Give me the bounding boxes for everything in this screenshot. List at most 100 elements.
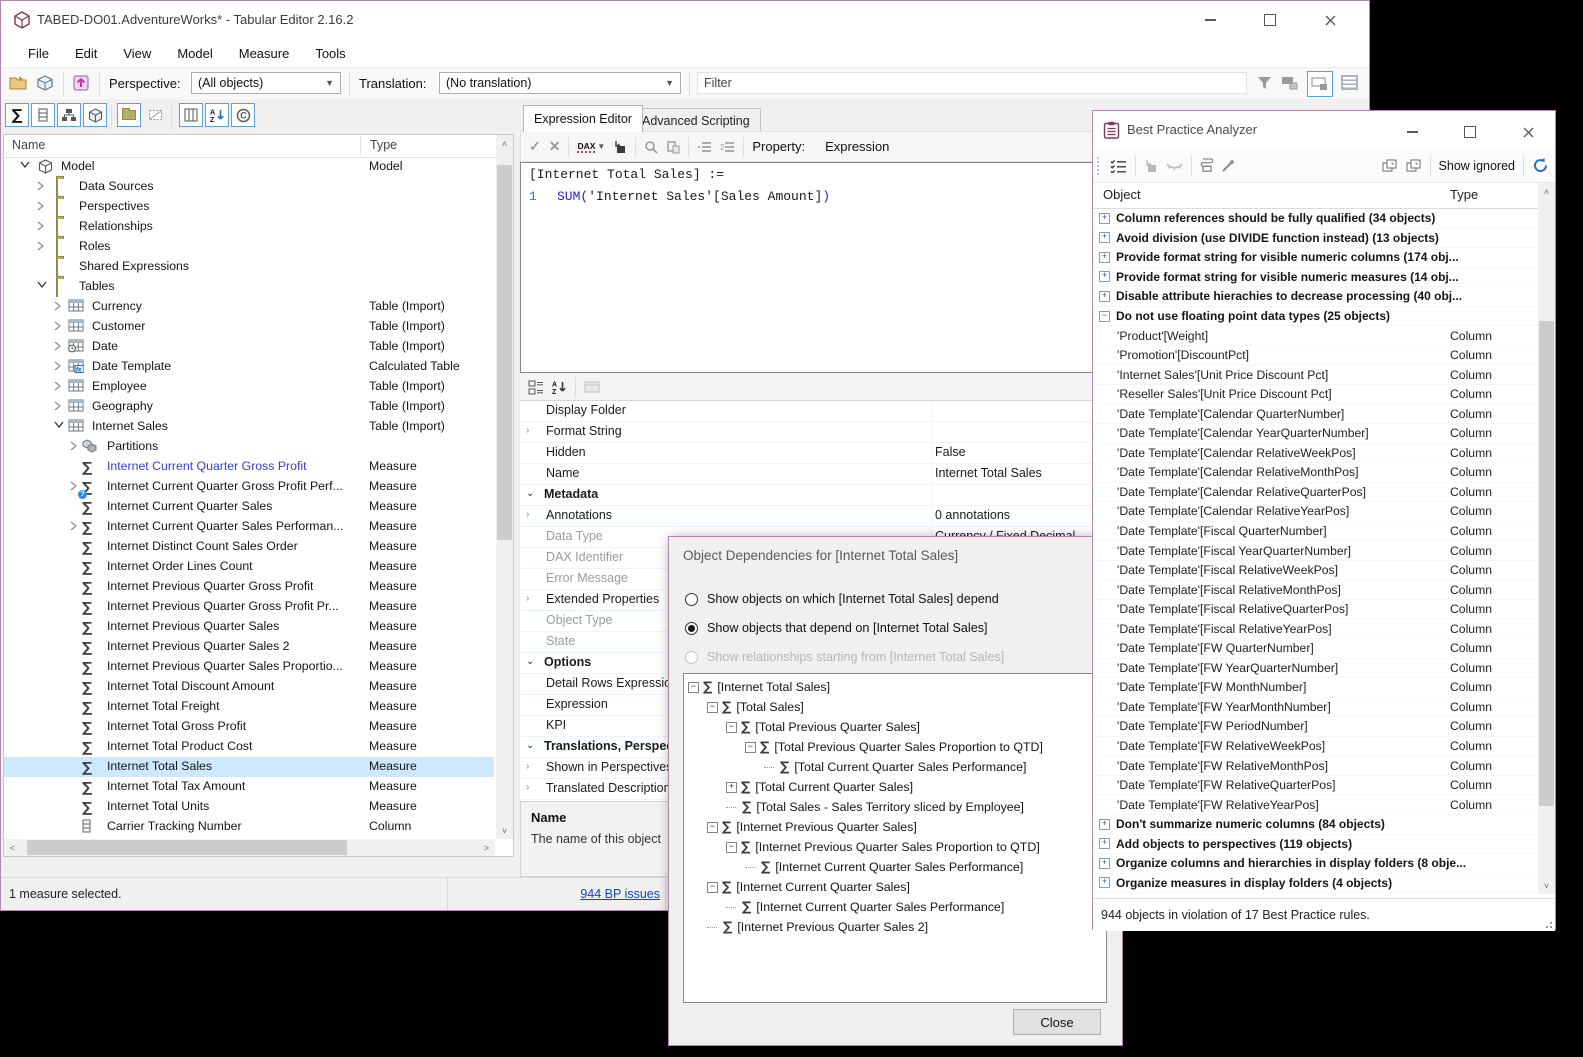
refresh-model-icon[interactable]: [35, 74, 55, 92]
bpa-vscroll-thumb[interactable]: [1539, 321, 1554, 806]
menu-item-model[interactable]: Model: [164, 39, 225, 67]
bpa-object-row[interactable]: 'Product'[Weight] Column: [1093, 326, 1538, 346]
tree-item-label[interactable]: Internet Total Freight: [107, 699, 220, 713]
expand-box-icon[interactable]: +: [1099, 877, 1110, 889]
tree-item-label[interactable]: Perspectives: [79, 199, 149, 213]
menu-item-edit[interactable]: Edit: [62, 39, 110, 67]
bpa-rule-row[interactable]: + Provide format string for visible numer…: [1093, 248, 1538, 268]
dependency-node[interactable]: ∑ [Total Sales - Sales Territory sliced b…: [684, 797, 1106, 817]
tree-column-type[interactable]: Type: [370, 138, 397, 152]
scroll-right-icon[interactable]: ˃: [478, 839, 495, 856]
tree-row[interactable]: ∑ Internet Total Gross Profit Measure: [4, 717, 494, 737]
tree-row[interactable]: Currency Table (Import): [4, 297, 494, 317]
tree-item-label[interactable]: Internet Distinct Count Sales Order: [107, 539, 298, 553]
collapse-box-icon[interactable]: −: [726, 721, 737, 733]
bpa-object-row[interactable]: 'Date Template'[Fiscal RelativeWeekPos] C…: [1093, 561, 1538, 581]
chevron-down-icon[interactable]: ▼: [597, 142, 605, 151]
bpa-object-row[interactable]: 'Date Template'[FW RelativeWeekPos] Colum…: [1093, 737, 1538, 757]
tree-hscroll-thumb[interactable]: [27, 840, 347, 855]
tree-item-label[interactable]: Currency: [92, 299, 142, 313]
tree-item-label[interactable]: Internet Previous Quarter Gross Profit: [107, 579, 313, 593]
chevron-right-icon[interactable]: [54, 381, 61, 391]
tree-item-label[interactable]: Internet Previous Quarter Gross Profit P…: [107, 599, 339, 613]
dependency-node[interactable]: ∑ [Internet Current Quarter Sales Perform…: [684, 897, 1106, 917]
title-bar[interactable]: TABED-DO01.AdventureWorks* - Tabular Edi…: [1, 1, 1369, 39]
maximize-button[interactable]: [1253, 9, 1287, 31]
bpa-object-row[interactable]: 'Date Template'[Calendar RelativeQuarter…: [1093, 483, 1538, 503]
menu-item-file[interactable]: File: [15, 39, 62, 67]
tree-item-label[interactable]: Internet Total Sales: [107, 759, 212, 773]
property-value[interactable]: Expression: [825, 139, 889, 154]
collapse-box-icon[interactable]: −: [707, 881, 718, 893]
show-columns-icon[interactable]: [31, 103, 55, 127]
collapse-box-icon[interactable]: −: [707, 701, 718, 713]
tree-row[interactable]: ∑ Internet Current Quarter Gross Profit Me…: [4, 457, 494, 477]
tree-item-label[interactable]: Partitions: [107, 439, 158, 453]
open-file-icon[interactable]: [9, 74, 29, 92]
resize-grip[interactable]: [1542, 918, 1552, 928]
bpa-vscrollbar[interactable]: ˄ ˅: [1538, 183, 1555, 894]
categorized-view-icon[interactable]: [528, 380, 544, 395]
tree-item-label[interactable]: Internet Previous Quarter Sales: [107, 619, 279, 633]
bpa-rule-row[interactable]: + Organize measures in display folders (4…: [1093, 874, 1538, 894]
tree-row[interactable]: ∑ Internet Total Tax Amount Measure: [4, 777, 494, 797]
chevron-down-icon[interactable]: [37, 281, 47, 289]
chevron-down-icon[interactable]: [20, 161, 30, 169]
tree-row[interactable]: Customer Table (Import): [4, 317, 494, 337]
tree-item-label[interactable]: Internet Total Gross Profit: [107, 719, 246, 733]
dependency-node[interactable]: ∑ [Internet Previous Quarter Sales 2]: [684, 917, 1106, 937]
tree-row[interactable]: fx Date Template Calculated Table: [4, 357, 494, 377]
chevron-right-icon[interactable]: ›: [526, 593, 529, 604]
accept-check-icon[interactable]: ✓: [529, 138, 541, 155]
tree-item-label[interactable]: Data Sources: [79, 179, 154, 193]
sort-alphabetical-icon[interactable]: AZ: [552, 380, 567, 395]
radio-depends-on[interactable]: Show objects on which [Internet Total Sa…: [685, 589, 999, 609]
dependency-node[interactable]: + ∑ [Total Current Quarter Sales]: [684, 777, 1106, 797]
group-tree-icon[interactable]: [1307, 71, 1333, 97]
dependency-node[interactable]: − ∑ [Internet Total Sales]: [684, 677, 1106, 697]
column-layout-icon[interactable]: [179, 103, 203, 127]
replace-icon[interactable]: [666, 140, 680, 154]
tree-item-label[interactable]: Internet Current Quarter Sales: [107, 499, 272, 513]
bpa-object-row[interactable]: 'Date Template'[FW PeriodNumber] Column: [1093, 717, 1538, 737]
bpa-rule-row[interactable]: + Column references should be fully quali…: [1093, 209, 1538, 229]
tree-row[interactable]: ∑ Internet Previous Quarter Sales 2 Measur…: [4, 637, 494, 657]
bpa-object-row[interactable]: 'Date Template'[Calendar QuarterNumber] C…: [1093, 404, 1538, 425]
bpa-rule-row[interactable]: + Provide format string for visible numer…: [1093, 268, 1538, 288]
tree-item-label[interactable]: Internet Order Lines Count: [107, 559, 253, 573]
dependency-node[interactable]: − ∑ [Total Sales]: [684, 697, 1106, 717]
radio-depend-on-this[interactable]: Show objects that depend on [Internet To…: [685, 618, 988, 638]
bpa-column-type[interactable]: Type: [1450, 187, 1478, 202]
radio-icon[interactable]: [685, 621, 698, 635]
bp-issues-link[interactable]: 944 BP issues: [580, 887, 660, 901]
bpa-object-row[interactable]: 'Date Template'[FW RelativeQuarterPos] Co…: [1093, 776, 1538, 796]
tree-item-label[interactable]: Tables: [79, 279, 115, 293]
expand-all-icon[interactable]: [1382, 159, 1398, 173]
hide-folders-icon[interactable]: [143, 103, 167, 127]
tree-row[interactable]: Perspectives: [4, 197, 494, 217]
chevron-right-icon[interactable]: [54, 321, 61, 331]
scroll-down-icon[interactable]: ˅: [496, 822, 513, 839]
bpa-object-row[interactable]: 'Date Template'[FW RelativeYearPos] Colum…: [1093, 795, 1538, 815]
chevron-right-icon[interactable]: ›: [526, 509, 529, 520]
scroll-down-icon[interactable]: ˅: [1538, 877, 1555, 894]
show-partitions-icon[interactable]: [83, 103, 107, 127]
tree-item-label[interactable]: Carrier Tracking Number: [107, 819, 242, 833]
bpa-object-row[interactable]: 'Date Template'[Fiscal YearQuarterNumber…: [1093, 541, 1538, 561]
expand-box-icon[interactable]: +: [1099, 212, 1110, 224]
tree-row[interactable]: Employee Table (Import): [4, 377, 494, 397]
tree-hscrollbar[interactable]: ˂ ˃: [4, 839, 495, 856]
tree-item-label[interactable]: Internet Total Product Cost: [107, 739, 252, 753]
tree-row[interactable]: Internet Sales Table (Import): [4, 417, 494, 437]
chevron-right-icon[interactable]: [70, 481, 77, 491]
tree-item-label[interactable]: Roles: [79, 239, 110, 253]
scroll-up-icon[interactable]: ˄: [1538, 183, 1555, 200]
format-dax-icon[interactable]: [613, 140, 627, 154]
generate-script-icon[interactable]: [1200, 158, 1213, 173]
dependency-node[interactable]: ∑ [Internet Current Quarter Sales Perform…: [684, 857, 1106, 877]
bpa-object-row[interactable]: 'Date Template'[FW MonthNumber] Column: [1093, 678, 1538, 698]
property-value[interactable]: Internet Total Sales: [935, 466, 1042, 480]
expand-box-icon[interactable]: +: [1099, 251, 1110, 263]
chevron-right-icon[interactable]: [54, 401, 61, 411]
tree-row[interactable]: ∑ Internet Previous Quarter Sales Measure: [4, 617, 494, 637]
